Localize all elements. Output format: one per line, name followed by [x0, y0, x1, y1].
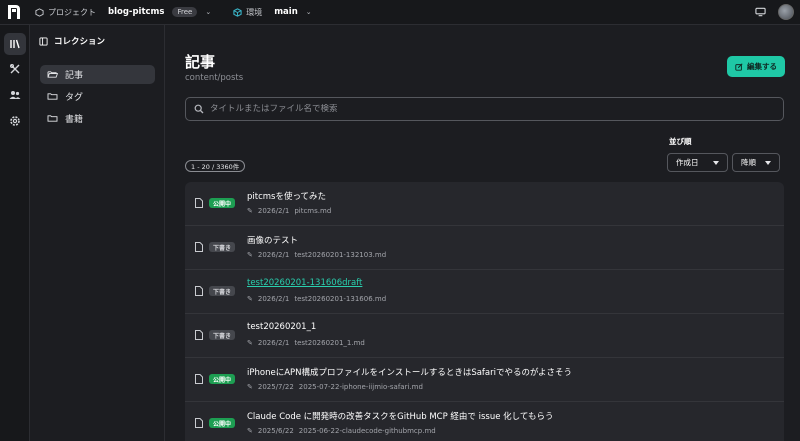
users-icon	[9, 91, 21, 99]
sidebar-item-label: 記事	[65, 71, 84, 81]
sidebar-item-label: 書籍	[65, 115, 84, 125]
search-icon	[194, 104, 204, 114]
project-name: blog-pitcms	[108, 7, 165, 17]
post-date: 2026/2/1	[257, 251, 290, 259]
pencil-icon: ✎	[247, 295, 253, 303]
app-logo-icon[interactable]	[7, 4, 23, 20]
post-title[interactable]: pitcmsを使ってみた	[247, 190, 326, 202]
pencil-icon: ✎	[247, 427, 253, 435]
post-filename: test20260201-131606.md	[294, 295, 387, 303]
sidebar-item-articles[interactable]: 記事	[40, 65, 155, 84]
pencil-icon: ✎	[247, 339, 253, 347]
chevron-down-icon: ⌄	[205, 8, 212, 16]
post-filename: pitcms.md	[294, 207, 332, 215]
list-item[interactable]: 下書き test20260201-131606draft ✎ 2026/2/1 te…	[185, 270, 784, 314]
environment-switcher[interactable]: 環境 main ⌄	[233, 7, 312, 18]
collections-title: コレクション	[54, 37, 106, 47]
collections-heading: コレクション	[39, 35, 105, 47]
status-badge: 公開中	[209, 198, 236, 208]
library-icon	[10, 39, 20, 49]
post-date: 2026/2/1	[257, 295, 290, 303]
post-filename: 2025-06-22-claudecode-githubmcp.md	[298, 427, 436, 435]
post-title[interactable]: test20260201_1	[247, 322, 316, 332]
list-item[interactable]: 下書き 画像のテスト ✎ 2026/2/1 test20260201-132103.…	[185, 226, 784, 270]
post-filename: test20260201_1.md	[294, 339, 365, 347]
environment-name: main	[274, 7, 298, 17]
top-bar: プロジェクト blog-pitcms Free ⌄ 環境 main ⌄	[0, 0, 800, 25]
folder-icon	[47, 93, 58, 100]
project-icon	[35, 7, 44, 17]
search-input[interactable]	[210, 104, 770, 114]
list-item[interactable]: 公開中 Claude Code に開発時の改善タスクをGitHub MCP 経由…	[185, 402, 784, 441]
avatar[interactable]	[778, 4, 794, 20]
edit-icon	[735, 62, 743, 71]
project-switcher[interactable]: プロジェクト blog-pitcms Free ⌄	[35, 7, 211, 18]
post-list: 公開中 pitcmsを使ってみた ✎ 2026/2/1 pitcms.md 下書き …	[185, 182, 784, 441]
pencil-icon: ✎	[247, 383, 253, 391]
edit-button[interactable]: 編集する	[727, 56, 785, 77]
rail-settings-button[interactable]	[4, 110, 26, 132]
list-item[interactable]: 下書き test20260201_1 ✎ 2026/2/1 test20260201…	[185, 314, 784, 358]
document-icon	[195, 286, 203, 296]
list-item[interactable]: 公開中 pitcmsを使ってみた ✎ 2026/2/1 pitcms.md	[185, 182, 784, 226]
plan-badge: Free	[172, 7, 198, 17]
status-badge: 公開中	[209, 374, 236, 384]
post-title[interactable]: iPhoneにAPN構成プロファイルをインストールするときはSafariでやるの…	[247, 366, 572, 378]
document-icon	[195, 330, 203, 340]
document-icon	[195, 418, 203, 428]
document-icon	[195, 242, 203, 252]
sidebar-item-books[interactable]: 書籍	[40, 109, 155, 128]
post-filename: 2025-07-22-iphone-iijmio-safari.md	[298, 383, 423, 391]
collection-path: content/posts	[185, 73, 244, 83]
status-badge: 公開中	[209, 418, 236, 428]
rail-collections-button[interactable]	[4, 33, 26, 55]
search-bar[interactable]	[185, 97, 784, 121]
post-date: 2026/2/1	[257, 339, 290, 347]
tools-icon	[10, 64, 20, 74]
post-title[interactable]: Claude Code に開発時の改善タスクをGitHub MCP 経由で is…	[247, 410, 554, 422]
sort-label: 並び順	[669, 137, 692, 146]
collections-sidebar: コレクション 記事 タグ 書籍	[31, 25, 165, 441]
sidebar-item-tags[interactable]: タグ	[40, 87, 155, 106]
sidebar-item-label: タグ	[65, 93, 84, 103]
post-title[interactable]: 画像のテスト	[247, 234, 298, 246]
edit-button-label: 編集する	[747, 62, 777, 71]
post-date: 2026/2/1	[257, 207, 290, 215]
gear-icon	[10, 116, 20, 126]
caret-down-icon	[713, 160, 719, 165]
document-icon	[195, 198, 203, 208]
folder-icon	[47, 115, 58, 122]
icon-rail	[0, 25, 30, 441]
status-badge: 下書き	[209, 330, 236, 340]
caret-down-icon	[765, 160, 771, 165]
sort-field-value: 作成日	[676, 158, 699, 167]
collection-icon	[39, 36, 48, 46]
post-date: 2025/6/22	[257, 427, 294, 435]
sort-order-select[interactable]: 降順	[732, 153, 780, 172]
sort-field-select[interactable]: 作成日	[667, 153, 728, 172]
post-date: 2025/7/22	[257, 383, 294, 391]
monitor-icon[interactable]	[755, 7, 766, 17]
project-label: プロジェクト	[48, 7, 96, 17]
pencil-icon: ✎	[247, 207, 253, 215]
result-count-badge: 1 - 20 / 3360件	[185, 160, 246, 172]
page-title: 記事	[185, 53, 216, 71]
post-filename: test20260201-132103.md	[294, 251, 387, 259]
environment-icon	[233, 7, 242, 17]
list-item[interactable]: 公開中 iPhoneにAPN構成プロファイルをインストールするときはSafari…	[185, 358, 784, 402]
environment-label: 環境	[246, 7, 263, 17]
pencil-icon: ✎	[247, 251, 253, 259]
status-badge: 下書き	[209, 242, 236, 252]
document-icon	[195, 374, 203, 384]
rail-members-button[interactable]	[4, 84, 26, 106]
rail-tools-button[interactable]	[4, 58, 26, 80]
sort-order-value: 降順	[741, 158, 756, 167]
main-content: 記事 content/posts 編集する 並び順 作成日 降順 1 - 20 …	[166, 25, 800, 441]
status-badge: 下書き	[209, 286, 236, 296]
folder-open-icon	[47, 71, 58, 78]
post-title-link[interactable]: test20260201-131606draft	[247, 278, 362, 288]
chevron-down-icon: ⌄	[305, 8, 312, 16]
